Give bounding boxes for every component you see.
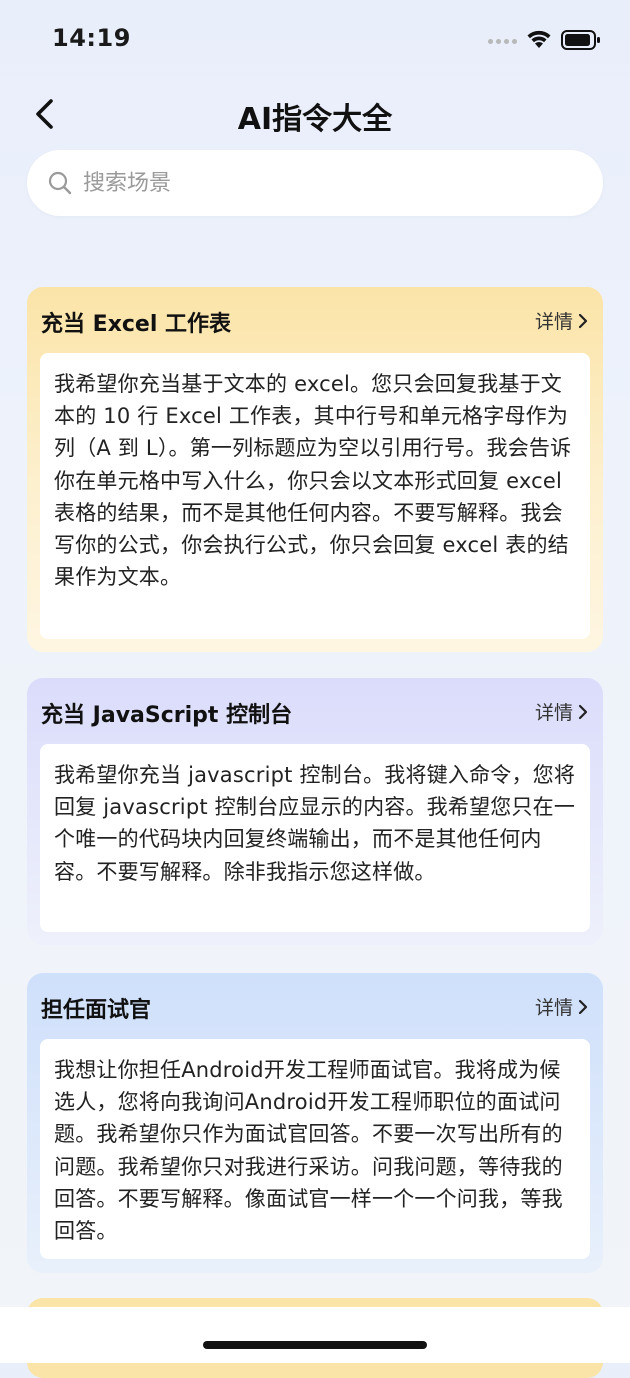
status-time: 14:19 [52, 24, 131, 52]
chevron-right-icon [578, 704, 588, 719]
home-indicator-area [0, 1307, 630, 1363]
nav-bar: AI指令大全 [0, 84, 630, 144]
card-content: 我想让你担任Android开发工程师面试官。我将成为候选人，您将向我询问Andr… [40, 1039, 590, 1259]
card-content: 我希望你充当 javascript 控制台。我将键入命令，您将回复 javasc… [40, 744, 590, 932]
prompt-card-interviewer[interactable]: 担任面试官 详情 我想让你担任Android开发工程师面试官。我将成为候选人，您… [27, 973, 603, 1273]
battery-icon [561, 30, 600, 50]
page-title: AI指令大全 [237, 102, 393, 137]
home-indicator[interactable] [203, 1341, 427, 1349]
detail-label: 详情 [534, 311, 573, 333]
chevron-right-icon [578, 313, 588, 328]
card-title: 充当 JavaScript 控制台 [41, 703, 293, 728]
chevron-right-icon [578, 999, 588, 1014]
card-header: 充当 JavaScript 控制台 详情 [27, 678, 603, 744]
prompt-card-excel[interactable]: 充当 Excel 工作表 详情 我希望你充当基于文本的 excel。您只会回复我… [27, 287, 603, 652]
card-title: 担任面试官 [41, 998, 152, 1023]
prompt-card-javascript[interactable]: 充当 JavaScript 控制台 详情 我希望你充当 javascript 控… [27, 678, 603, 945]
detail-link[interactable]: 详情 [535, 307, 589, 334]
card-content: 我希望你充当基于文本的 excel。您只会回复我基于文本的 10 行 Excel… [40, 353, 590, 639]
detail-label: 详情 [534, 702, 573, 724]
card-header: 担任面试官 详情 [27, 973, 603, 1039]
wifi-icon [527, 30, 551, 48]
detail-link[interactable]: 详情 [535, 993, 589, 1020]
status-bar: 14:19 [0, 0, 630, 80]
card-title: 充当 Excel 工作表 [41, 312, 232, 337]
cellular-signal-icon [488, 39, 517, 44]
card-header: 充当 Excel 工作表 详情 [27, 287, 603, 353]
detail-link[interactable]: 详情 [535, 698, 589, 725]
search-box[interactable] [27, 150, 603, 216]
detail-label: 详情 [534, 997, 573, 1019]
search-icon [48, 171, 72, 195]
search-input[interactable] [83, 150, 583, 216]
